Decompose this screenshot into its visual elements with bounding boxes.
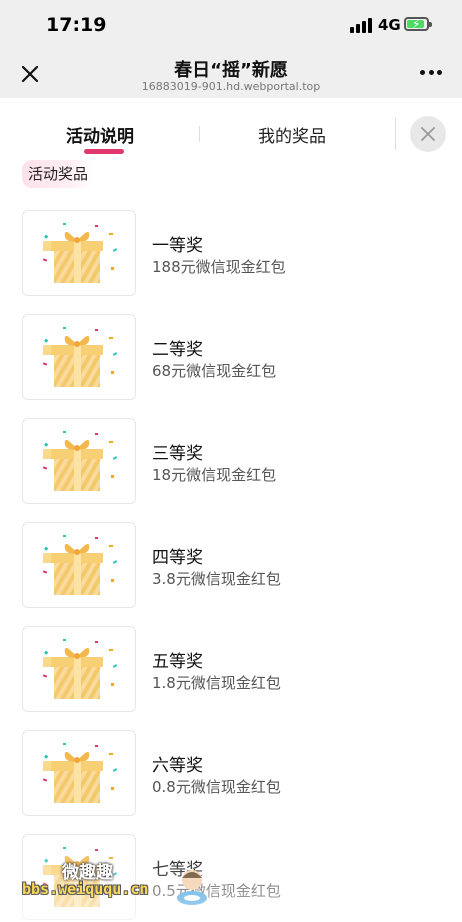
- tab-my-prizes[interactable]: 我的奖品: [258, 122, 326, 147]
- active-tab-indicator: [84, 149, 124, 154]
- prize-item: 五等奖 1.8元微信现金红包: [22, 626, 442, 714]
- page-url: 16883019-901.hd.webportal.top: [141, 80, 321, 93]
- prize-description: 1.8元微信现金红包: [152, 674, 281, 692]
- prize-description: 0.8元微信现金红包: [152, 778, 281, 796]
- prize-image: [22, 522, 136, 608]
- watermark-url: bbs.weiququ.cn: [22, 880, 149, 898]
- prize-item: 三等奖 18元微信现金红包: [22, 418, 442, 506]
- prize-image: [22, 730, 136, 816]
- status-bar: 17:19 4G ⚡: [0, 0, 462, 50]
- prize-description: 3.8元微信现金红包: [152, 570, 281, 588]
- prize-item: 四等奖 3.8元微信现金红包: [22, 522, 442, 610]
- page-title: 春日“摇”新愿: [174, 60, 288, 81]
- nav-bar: 春日“摇”新愿 16883019-901.hd.webportal.top: [0, 50, 462, 98]
- prize-name: 三等奖: [152, 444, 203, 464]
- close-panel-button[interactable]: [410, 116, 446, 152]
- mascot-icon: [177, 870, 207, 905]
- signal-icon: [350, 18, 372, 33]
- prize-item: 六等奖 0.8元微信现金红包: [22, 730, 442, 818]
- close-icon: [421, 127, 435, 141]
- status-time: 17:19: [46, 14, 107, 36]
- watermark: 微趣趣 bbs.weiququ.cn: [22, 854, 212, 914]
- prize-image: [22, 626, 136, 712]
- network-label: 4G: [378, 16, 401, 34]
- prize-description: 68元微信现金红包: [152, 362, 277, 380]
- tab-divider: [395, 118, 396, 150]
- prize-image: [22, 314, 136, 400]
- gift-icon: [42, 743, 118, 803]
- prize-item: 一等奖 188元微信现金红包: [22, 210, 442, 298]
- more-icon[interactable]: [420, 70, 442, 78]
- tab-bar: 活动说明 我的奖品: [0, 98, 462, 162]
- gift-icon: [42, 327, 118, 387]
- prize-name: 四等奖: [152, 548, 203, 568]
- battery-icon: ⚡: [404, 17, 432, 31]
- gift-icon: [42, 639, 118, 699]
- prize-name: 五等奖: [152, 652, 203, 672]
- prize-name: 二等奖: [152, 340, 203, 360]
- gift-icon: [42, 223, 118, 283]
- tab-activity-info[interactable]: 活动说明: [66, 122, 134, 147]
- prize-name: 六等奖: [152, 756, 203, 776]
- gift-icon: [42, 431, 118, 491]
- prize-description: 18元微信现金红包: [152, 466, 277, 484]
- tab-divider: [199, 126, 200, 142]
- prize-item: 二等奖 68元微信现金红包: [22, 314, 442, 402]
- section-title: 活动奖品: [22, 160, 95, 188]
- gift-icon: [42, 535, 118, 595]
- prize-name: 一等奖: [152, 236, 203, 256]
- prize-image: [22, 418, 136, 504]
- prize-image: [22, 210, 136, 296]
- prize-description: 188元微信现金红包: [152, 258, 286, 276]
